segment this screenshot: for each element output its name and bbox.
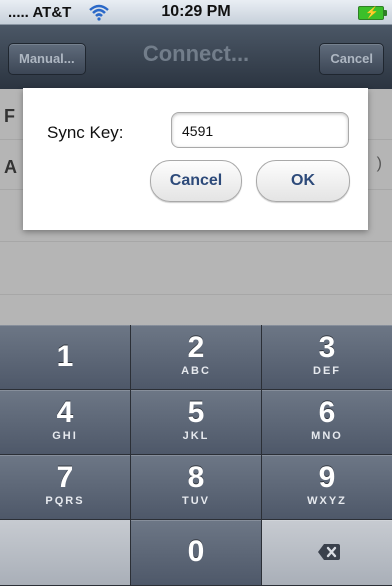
key-digit: 3	[318, 331, 336, 364]
sync-key-dialog: Sync Key: Cancel OK	[23, 88, 368, 230]
clock: 10:29 PM	[161, 3, 231, 20]
delete-key[interactable]	[262, 520, 392, 586]
key-8[interactable]: 8 TUV	[131, 455, 262, 520]
key-letters: MNO	[311, 430, 343, 442]
key-digit: 6	[318, 396, 336, 429]
divider	[0, 294, 392, 295]
key-digit: 0	[187, 535, 205, 568]
key-blank	[0, 520, 131, 586]
number-keypad: 1 2 ABC 3 DEF 4 GHI 5 JKL 6 MNO 7 PQRS 8…	[0, 325, 392, 586]
key-letters: GHI	[52, 430, 78, 442]
ok-button[interactable]: OK	[256, 160, 350, 202]
row-label-partial: A	[4, 157, 17, 177]
key-digit: 8	[187, 461, 205, 494]
key-letters: PQRS	[45, 495, 85, 507]
key-letters: TUV	[182, 495, 210, 507]
key-1[interactable]: 1	[0, 325, 131, 390]
nav-cancel-button[interactable]: Cancel	[319, 43, 384, 75]
battery-charging-icon: ⚡	[358, 6, 387, 20]
navigation-bar: Manual... Connect... Cancel	[0, 25, 392, 89]
key-3[interactable]: 3 DEF	[262, 325, 392, 390]
key-4[interactable]: 4 GHI	[0, 390, 131, 455]
key-letters: JKL	[182, 430, 210, 442]
key-digit: 1	[56, 340, 74, 373]
status-bar: ..... AT&T 10:29 PM ⚡	[0, 0, 392, 25]
key-digit: 7	[56, 461, 74, 494]
key-digit: 4	[56, 396, 74, 429]
sync-key-field[interactable]	[171, 112, 349, 148]
backspace-icon	[318, 544, 340, 560]
sync-key-label: Sync Key:	[47, 123, 124, 142]
key-digit: 5	[187, 396, 205, 429]
key-2[interactable]: 2 ABC	[131, 325, 262, 390]
divider	[0, 241, 392, 242]
sync-key-input[interactable]	[180, 115, 344, 147]
key-digit: 9	[318, 461, 336, 494]
key-digit: 2	[187, 331, 205, 364]
key-5[interactable]: 5 JKL	[131, 390, 262, 455]
key-9[interactable]: 9 WXYZ	[262, 455, 392, 520]
cancel-button[interactable]: Cancel	[150, 160, 242, 202]
key-letters: DEF	[313, 365, 341, 377]
key-letters: ABC	[181, 365, 211, 377]
key-7[interactable]: 7 PQRS	[0, 455, 131, 520]
key-6[interactable]: 6 MNO	[262, 390, 392, 455]
row-label-partial: F	[4, 106, 15, 126]
key-letters: WXYZ	[307, 495, 347, 507]
key-0[interactable]: 0	[131, 520, 262, 586]
row-trailing-glyph: )	[376, 155, 382, 172]
